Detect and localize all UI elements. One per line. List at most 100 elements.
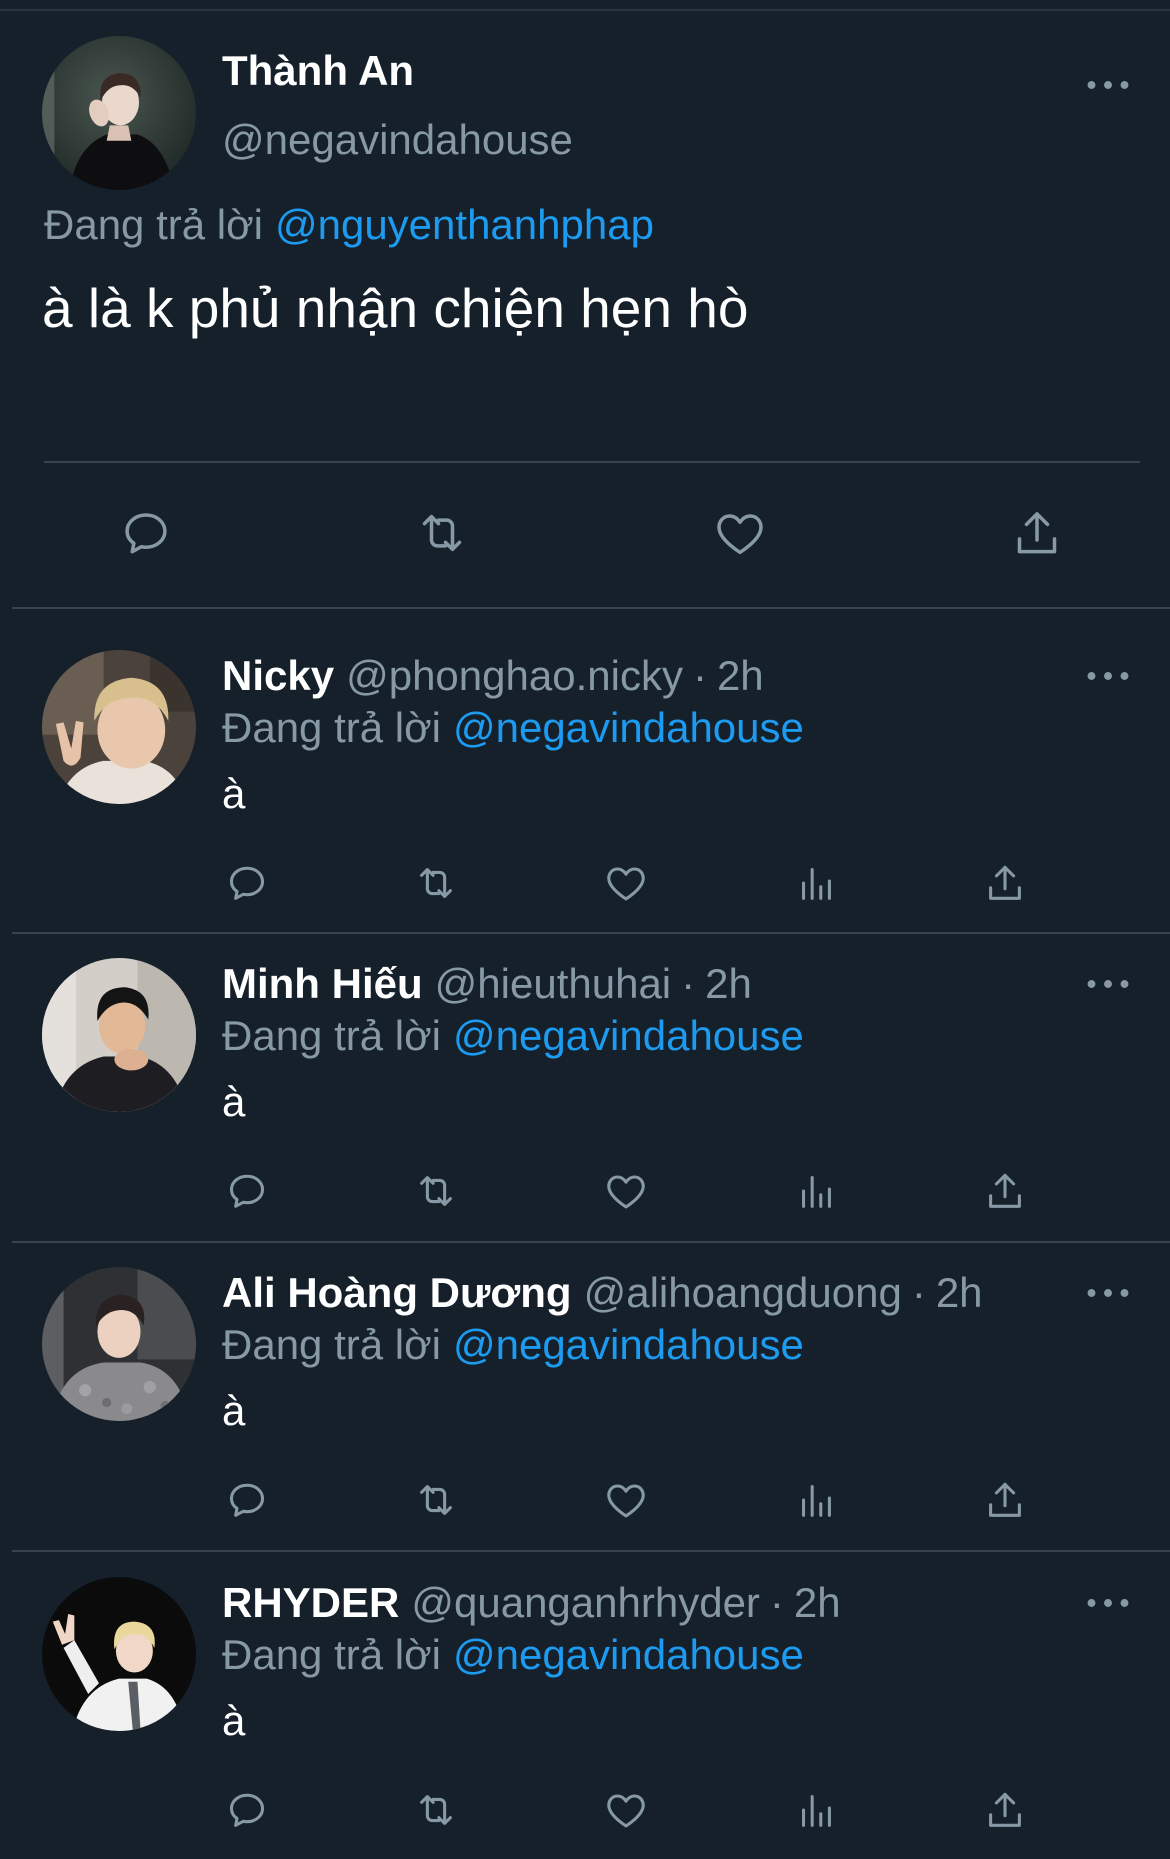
thread-divider xyxy=(12,1550,1170,1552)
more-button[interactable] xyxy=(1086,79,1130,91)
reply-button[interactable] xyxy=(118,505,174,561)
main-tweet: Thành An @negavindahouse Đang trả lời @ng… xyxy=(0,0,1170,607)
thread-divider xyxy=(12,1241,1170,1243)
more-button[interactable] xyxy=(1086,1287,1130,1299)
avatar-image xyxy=(42,1577,196,1731)
reply-to-link[interactable]: @nguyenthanhphap xyxy=(275,201,654,248)
replying-to: Đang trả lời @negavindahouse xyxy=(222,1320,804,1370)
retweet-button[interactable] xyxy=(413,1787,459,1833)
author-name[interactable]: Thành An xyxy=(222,46,414,96)
reply-avatar[interactable] xyxy=(42,958,196,1112)
reply-to-link[interactable]: @negavindahouse xyxy=(453,1631,804,1678)
retweet-button[interactable] xyxy=(414,505,470,561)
like-button[interactable] xyxy=(603,1787,649,1833)
analytics-button[interactable] xyxy=(793,860,839,906)
like-button[interactable] xyxy=(603,1168,649,1214)
analytics-button[interactable] xyxy=(793,1168,839,1214)
author-avatar[interactable] xyxy=(42,36,196,190)
like-icon xyxy=(717,514,763,555)
tweet-thread: Thành An @negavindahouse Đang trả lời @ng… xyxy=(0,0,1170,1859)
reply-avatar[interactable] xyxy=(42,650,196,804)
reply-icon xyxy=(125,513,167,554)
more-button[interactable] xyxy=(1086,670,1130,682)
retweet-icon xyxy=(420,1176,452,1206)
thread-divider xyxy=(12,607,1170,609)
reply-button[interactable] xyxy=(224,860,270,906)
replying-to-label: Đang trả lời xyxy=(222,1631,441,1678)
reply-tweet: Minh Hiếu @hieuthuhai · 2h Đang trả lời @neg… xyxy=(0,958,1170,1218)
like-icon xyxy=(607,867,645,901)
reply-author-handle[interactable]: @alihoangduong xyxy=(584,1269,902,1316)
reply-author-handle[interactable]: @phonghao.nicky xyxy=(346,652,683,699)
reply-icon xyxy=(229,1483,265,1517)
reply-tweet: Nicky @phonghao.nicky · 2h Đang trả lời @neg… xyxy=(0,650,1170,910)
more-button[interactable] xyxy=(1086,1597,1130,1609)
reply-icon xyxy=(229,1793,265,1827)
reply-icon xyxy=(229,866,265,900)
reply-author-name[interactable]: Nicky xyxy=(222,652,334,699)
retweet-icon xyxy=(420,1485,452,1515)
retweet-icon xyxy=(422,514,462,552)
retweet-button[interactable] xyxy=(413,860,459,906)
more-button[interactable] xyxy=(1086,978,1130,990)
reply-button[interactable] xyxy=(224,1477,270,1523)
avatar-image xyxy=(42,36,196,190)
analytics-button[interactable] xyxy=(793,1787,839,1833)
reply-header: Ali Hoàng Dương @alihoangduong · 2h xyxy=(222,1268,983,1318)
like-icon xyxy=(607,1794,645,1828)
replying-to: Đang trả lời @negavindahouse xyxy=(222,1630,804,1680)
reply-to-link[interactable]: @negavindahouse xyxy=(453,1321,804,1368)
share-button[interactable] xyxy=(1009,505,1065,561)
share-button[interactable] xyxy=(982,1787,1028,1833)
more-icon xyxy=(1087,1599,1129,1607)
replying-to: Đang trả lời @nguyenthanhphap xyxy=(44,200,654,250)
avatar-image xyxy=(42,958,196,1112)
share-button[interactable] xyxy=(982,860,1028,906)
like-button[interactable] xyxy=(712,505,768,561)
reply-to-link[interactable]: @negavindahouse xyxy=(453,1012,804,1059)
author-handle[interactable]: @negavindahouse xyxy=(222,115,573,165)
like-icon xyxy=(607,1484,645,1518)
meta-separator: · xyxy=(911,1269,926,1316)
meta-separator: · xyxy=(769,1579,784,1626)
retweet-button[interactable] xyxy=(413,1477,459,1523)
more-icon xyxy=(1087,81,1129,89)
reply-avatar[interactable] xyxy=(42,1577,196,1731)
reply-header: Minh Hiếu @hieuthuhai · 2h xyxy=(222,959,752,1009)
reply-tweet: Ali Hoàng Dương @alihoangduong · 2h Đang tr… xyxy=(0,1267,1170,1527)
share-icon xyxy=(989,1173,1021,1208)
reply-author-name[interactable]: Minh Hiếu xyxy=(222,960,423,1007)
more-icon xyxy=(1087,980,1129,988)
reply-timestamp[interactable]: 2h xyxy=(794,1579,841,1626)
replying-to-label: Đang trả lời xyxy=(222,1321,441,1368)
analytics-button[interactable] xyxy=(793,1477,839,1523)
reply-text: à xyxy=(222,1078,246,1125)
like-button[interactable] xyxy=(603,1477,649,1523)
reply-author-handle[interactable]: @hieuthuhai xyxy=(435,960,671,1007)
reply-author-handle[interactable]: @quanganhrhyder xyxy=(411,1579,760,1626)
reply-avatar[interactable] xyxy=(42,1267,196,1421)
analytics-icon xyxy=(802,868,831,900)
reply-button[interactable] xyxy=(224,1787,270,1833)
share-icon xyxy=(989,1792,1021,1827)
reply-timestamp[interactable]: 2h xyxy=(705,960,752,1007)
like-button[interactable] xyxy=(603,860,649,906)
more-icon xyxy=(1087,672,1129,680)
retweet-button[interactable] xyxy=(413,1168,459,1214)
meta-separator: · xyxy=(692,652,707,699)
reply-author-name[interactable]: RHYDER xyxy=(222,1579,399,1626)
reply-timestamp[interactable]: 2h xyxy=(936,1269,983,1316)
reply-author-name[interactable]: Ali Hoàng Dương xyxy=(222,1269,572,1316)
share-button[interactable] xyxy=(982,1477,1028,1523)
share-icon xyxy=(989,865,1021,900)
share-button[interactable] xyxy=(982,1168,1028,1214)
like-icon xyxy=(607,1175,645,1209)
reply-header: RHYDER @quanganhrhyder · 2h xyxy=(222,1578,841,1628)
reply-to-link[interactable]: @negavindahouse xyxy=(453,704,804,751)
reply-tweet: RHYDER @quanganhrhyder · 2h Đang trả lời @ne… xyxy=(0,1577,1170,1837)
avatar-image xyxy=(42,650,196,804)
reply-timestamp[interactable]: 2h xyxy=(717,652,764,699)
tweet-divider xyxy=(44,461,1140,463)
reply-button[interactable] xyxy=(224,1168,270,1214)
replying-to-label: Đang trả lời xyxy=(222,1012,441,1059)
